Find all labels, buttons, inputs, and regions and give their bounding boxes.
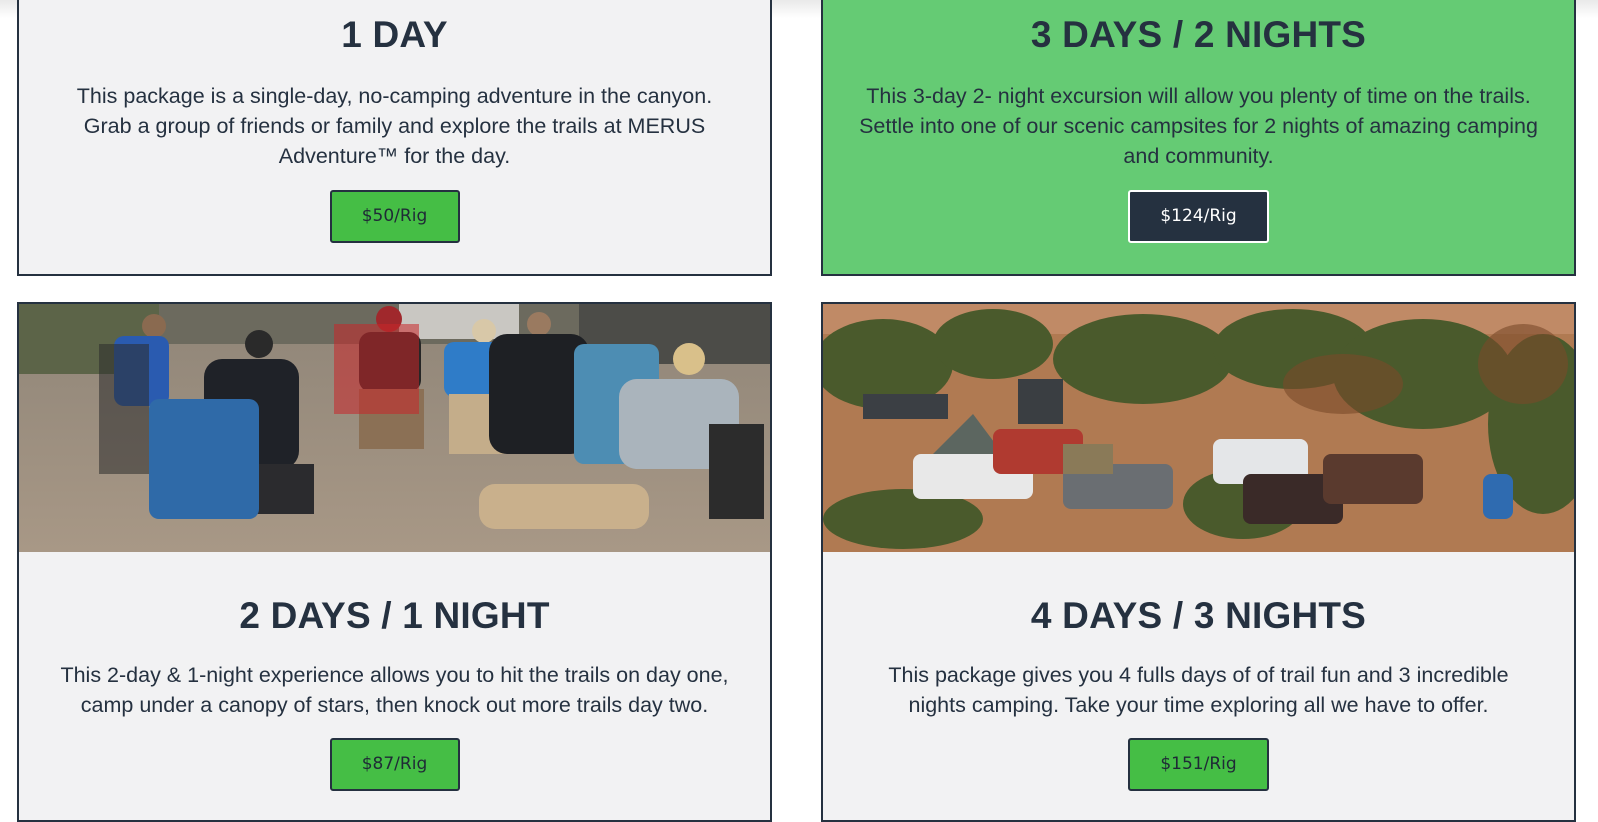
package-card-4-days: 4 DAYS / 3 NIGHTS This package gives you…: [821, 302, 1576, 822]
package-title: 2 DAYS / 1 NIGHT: [239, 595, 550, 636]
package-title: 3 DAYS / 2 NIGHTS: [1030, 14, 1367, 55]
package-description: This 2-day & 1-night experience allows y…: [60, 663, 729, 717]
price-button[interactable]: $151/Rig: [1128, 738, 1269, 791]
package-card-1-day: 1 DAY This package is a single-day, no-c…: [17, 0, 772, 276]
campsite-vehicles-photo: [823, 304, 1574, 552]
package-description: This 3-day 2- night excursion will allow…: [859, 84, 1538, 168]
package-title: 1 DAY: [341, 14, 448, 55]
price-button[interactable]: $87/Rig: [329, 738, 460, 791]
campfire-group-photo: [19, 304, 770, 552]
package-card-3-days: 3 DAYS / 2 NIGHTS This 3-day 2- night ex…: [821, 0, 1576, 276]
package-description: This package is a single-day, no-camping…: [76, 84, 713, 168]
package-card-2-days: 2 DAYS / 1 NIGHT This 2-day & 1-night ex…: [17, 302, 772, 822]
package-title: 4 DAYS / 3 NIGHTS: [1030, 595, 1367, 636]
package-description: This package gives you 4 fulls days of o…: [888, 663, 1509, 717]
price-button[interactable]: $124/Rig: [1128, 190, 1269, 243]
price-button[interactable]: $50/Rig: [329, 190, 460, 243]
